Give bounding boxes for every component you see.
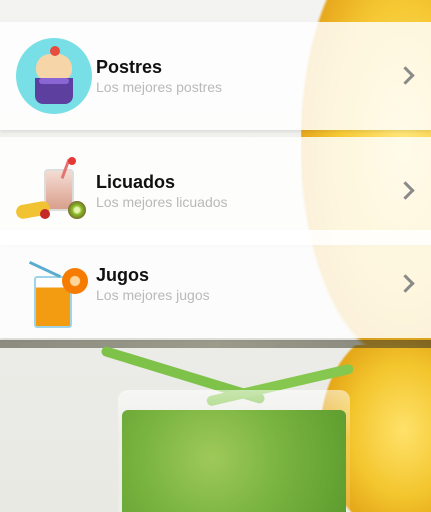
category-list: Postres Los mejores postres Licuados Los… <box>0 0 431 512</box>
category-subtitle: Los mejores jugos <box>96 287 210 303</box>
category-subtitle: Los mejores licuados <box>96 194 228 210</box>
category-subtitle: Los mejores postres <box>96 79 223 95</box>
category-item-jugos[interactable]: Jugos Los mejores jugos <box>0 230 431 338</box>
category-title: Licuados <box>96 172 176 192</box>
chevron-right-icon <box>395 180 417 202</box>
category-title: Jugos <box>96 265 150 285</box>
chevron-right-icon <box>395 65 417 87</box>
category-item-licuados[interactable]: Licuados Los mejores licuados <box>0 137 431 245</box>
category-item-postres[interactable]: Postres Los mejores postres <box>0 22 431 130</box>
chevron-right-icon <box>395 273 417 295</box>
cupcake-icon <box>16 38 92 114</box>
category-title: Postres <box>96 57 163 77</box>
juice-icon <box>16 246 92 328</box>
smoothie-icon <box>15 153 92 229</box>
